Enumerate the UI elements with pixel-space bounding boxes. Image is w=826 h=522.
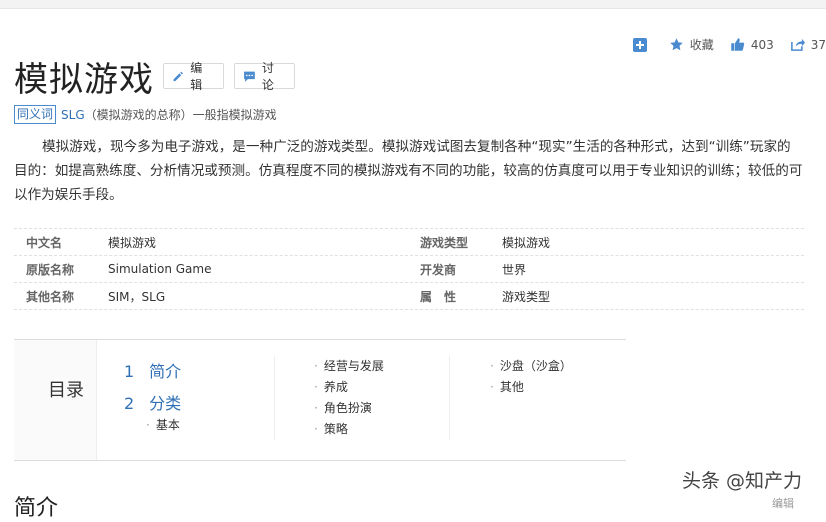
edit-button[interactable]: 编辑 <box>163 61 224 92</box>
chat-bubble-icon <box>244 71 255 82</box>
toc-subitem-basic[interactable]: 基本 <box>146 416 181 433</box>
share-count: 37 <box>810 37 826 52</box>
thumbs-up-icon <box>731 38 745 51</box>
info-value: 模拟游戏 <box>502 235 551 250</box>
info-value: 游戏类型 <box>502 289 551 304</box>
toc-label: 简介 <box>149 362 182 381</box>
toc-item-categories[interactable]: 2 分类 <box>124 390 181 414</box>
toc-column-2: 经营与发展 养成 角色扮演 策略 <box>314 356 384 440</box>
like-button[interactable]: 403 <box>730 37 774 52</box>
toc-subitem[interactable]: 养成 <box>314 377 384 398</box>
toc-label: 分类 <box>149 394 182 413</box>
page-actions: 收藏 403 37 <box>617 36 826 53</box>
toc-number: 1 <box>124 362 135 381</box>
toc-sidebar: 目录 <box>14 340 97 460</box>
info-label: 开发商 <box>420 262 457 277</box>
discuss-button[interactable]: 讨论 <box>234 61 295 92</box>
synonym-link[interactable]: SLG <box>61 108 85 122</box>
info-value: 世界 <box>502 262 527 277</box>
toc-divider <box>449 356 450 440</box>
info-value: 模拟游戏 <box>108 235 157 250</box>
info-box: 中文名 模拟游戏 游戏类型 模拟游戏 原版名称 Simulation Game … <box>14 228 804 310</box>
toc-subitem[interactable]: 沙盘（沙盒） <box>490 356 572 377</box>
collect-label: 收藏 <box>689 38 714 52</box>
like-count: 403 <box>750 37 774 52</box>
share-button[interactable]: 37 <box>790 37 826 52</box>
share-icon <box>790 38 805 51</box>
synonym-text: （模拟游戏的总称）一般指模拟游戏 <box>84 108 277 122</box>
info-label: 中文名 <box>26 235 63 250</box>
toc-subitem[interactable]: 策略 <box>314 419 384 440</box>
collect-button[interactable]: 收藏 <box>669 36 714 53</box>
discuss-label: 讨论 <box>261 61 274 92</box>
info-label: 原版名称 <box>26 262 75 277</box>
plus-square-icon <box>632 37 647 52</box>
toc-column-3: 沙盘（沙盒） 其他 <box>490 356 572 398</box>
info-row: 中文名 模拟游戏 游戏类型 模拟游戏 <box>14 228 804 256</box>
star-icon <box>670 38 683 51</box>
section-edit-link[interactable]: 编辑 <box>772 495 794 511</box>
synonym-line: 同义词 SLG （模拟游戏的总称）一般指模拟游戏 <box>14 105 277 124</box>
synonym-tag: 同义词 <box>14 105 57 124</box>
watermark: 头条 @知产力 <box>682 470 803 492</box>
toc-number: 2 <box>124 394 135 413</box>
toc-subitem[interactable]: 经营与发展 <box>314 356 384 377</box>
toc-subitem[interactable]: 角色扮演 <box>314 398 384 419</box>
edit-label: 编辑 <box>190 61 203 92</box>
info-row: 原版名称 Simulation Game 开发商 世界 <box>14 256 804 283</box>
toc-item-intro[interactable]: 1 简介 <box>124 358 181 382</box>
info-value: SIM，SLG <box>108 289 166 304</box>
toc-column-main: 1 简介 2 分类 基本 <box>124 358 181 433</box>
page-title: 模拟游戏 <box>14 60 154 100</box>
summary-paragraph: 模拟游戏，现今多为电子游戏，是一种广泛的游戏类型。模拟游戏试图去复制各种“现实”… <box>14 139 803 203</box>
toc-subitem[interactable]: 其他 <box>490 377 572 398</box>
table-of-contents: 目录 1 简介 2 分类 基本 经营与发展 养成 角色扮演 策略 沙盘（沙盒） … <box>14 339 626 461</box>
info-label: 游戏类型 <box>420 235 469 250</box>
toc-title: 目录 <box>48 380 84 401</box>
info-value: Simulation Game <box>108 262 212 276</box>
pencil-icon <box>173 71 184 81</box>
add-button[interactable] <box>632 37 653 52</box>
info-label: 其他名称 <box>26 289 75 304</box>
section-heading: 简介 <box>14 496 59 521</box>
toc-divider <box>274 356 275 440</box>
info-row: 其他名称 SIM，SLG 属 性 游戏类型 <box>14 283 804 310</box>
info-label: 属 性 <box>420 289 457 304</box>
top-bar <box>0 0 826 9</box>
